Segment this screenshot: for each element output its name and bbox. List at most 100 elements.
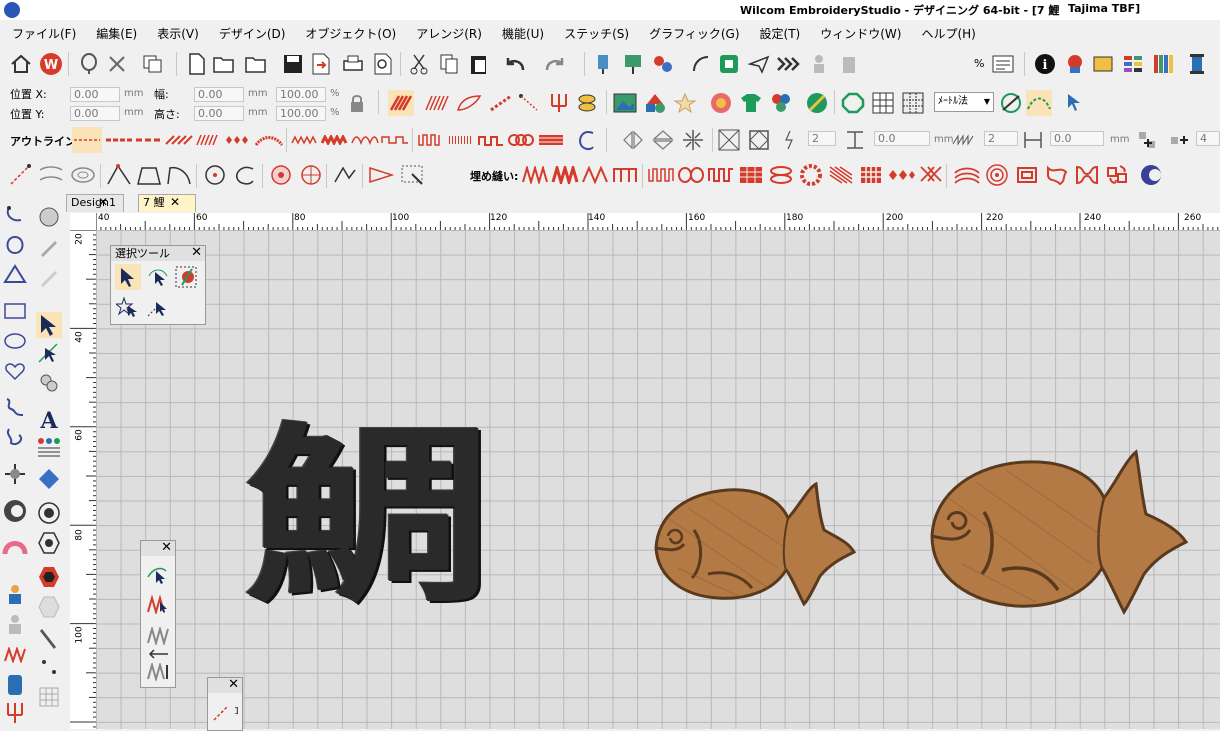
- fill-pattern-8-icon[interactable]: [736, 162, 766, 188]
- wreath-icon[interactable]: [746, 127, 772, 153]
- fill-pattern-14-icon[interactable]: [916, 162, 946, 188]
- lock-icon[interactable]: [344, 90, 370, 116]
- measure-select[interactable]: ﾒｰﾄﾙ法 ▼: [934, 92, 994, 112]
- star-icon[interactable]: [672, 90, 698, 116]
- blanket-line-icon[interactable]: [320, 127, 350, 153]
- dots-icon[interactable]: [36, 654, 62, 680]
- select-color-icon[interactable]: [173, 264, 199, 290]
- stitch-ball-icon[interactable]: [36, 204, 62, 230]
- path-node-icon[interactable]: [332, 162, 358, 188]
- circle-node-icon[interactable]: [202, 162, 228, 188]
- spacing-field-e[interactable]: 4: [1196, 131, 1220, 146]
- tab-design1[interactable]: Design1: [66, 194, 124, 212]
- open-recent-icon[interactable]: [244, 51, 270, 77]
- paste-icon[interactable]: [466, 51, 492, 77]
- fill-pattern-20-icon[interactable]: [1102, 162, 1132, 188]
- balloon-icon[interactable]: [76, 51, 102, 77]
- stem-stitch-icon[interactable]: [164, 127, 194, 153]
- triple-run-icon[interactable]: [104, 127, 134, 153]
- spacing-field-d[interactable]: 0.0: [1050, 131, 1104, 146]
- copy-windows-icon[interactable]: [140, 51, 166, 77]
- size-icon[interactable]: [842, 127, 868, 153]
- fill-pattern-10-icon[interactable]: [796, 162, 826, 188]
- color-palette-icon[interactable]: [1062, 51, 1088, 77]
- menu-arrange[interactable]: アレンジ(R): [416, 25, 482, 42]
- satin-line-icon[interactable]: [194, 127, 224, 153]
- close-tab-icon[interactable]: ✕: [170, 195, 180, 209]
- star-select-icon[interactable]: [115, 294, 141, 320]
- menu-stitch[interactable]: ステッチ(S): [564, 25, 629, 42]
- print-preview-icon[interactable]: [370, 51, 396, 77]
- grid-dotted-icon[interactable]: [900, 90, 926, 116]
- ellipse-icon[interactable]: [2, 328, 28, 354]
- monogram-icon[interactable]: [36, 466, 62, 492]
- spacing-field-c[interactable]: 2: [984, 131, 1018, 146]
- undo-icon[interactable]: [502, 51, 528, 77]
- copy-icon[interactable]: [436, 51, 462, 77]
- thread-spool-icon[interactable]: [1184, 51, 1210, 77]
- close-tab-icon[interactable]: ✕: [98, 195, 108, 209]
- polygon-select-icon[interactable]: [145, 264, 171, 290]
- fill-pattern-7-icon[interactable]: [706, 162, 736, 188]
- menu-object[interactable]: オブジェクト(O): [305, 25, 396, 42]
- fork-2-icon[interactable]: [2, 700, 28, 726]
- red-hexagon-icon[interactable]: [36, 564, 62, 590]
- lettering-icon[interactable]: A: [36, 406, 62, 432]
- print-icon[interactable]: [340, 51, 366, 77]
- pattern-line-4-icon[interactable]: [506, 127, 536, 153]
- add-node-2-icon[interactable]: [1166, 127, 1192, 153]
- green-square-icon[interactable]: [716, 51, 742, 77]
- select-arrow-icon[interactable]: [36, 312, 62, 338]
- menu-edit[interactable]: 編集(E): [96, 25, 137, 42]
- feather-icon[interactable]: [488, 90, 514, 116]
- pattern-line-2-icon[interactable]: [446, 127, 476, 153]
- select-object-icon[interactable]: [115, 264, 141, 290]
- grid-settings-icon[interactable]: [990, 51, 1016, 77]
- menu-graphic[interactable]: グラフィック(G): [649, 25, 739, 42]
- digitize-closed-icon[interactable]: [2, 232, 28, 258]
- pattern-line-5-icon[interactable]: [536, 127, 566, 153]
- grey-zigzag-2-icon[interactable]: [145, 659, 171, 685]
- template-icon[interactable]: [1090, 51, 1116, 77]
- square-wave-line-icon[interactable]: [380, 127, 410, 153]
- wave-line-icon[interactable]: [350, 127, 380, 153]
- embroidered-kanji[interactable]: 鯛: [244, 418, 504, 628]
- menu-view[interactable]: 表示(V): [157, 25, 199, 42]
- info-icon[interactable]: i: [1032, 51, 1058, 77]
- freehand-icon[interactable]: [2, 394, 28, 420]
- digitize-open-icon[interactable]: [2, 202, 28, 228]
- embroidered-fish-small[interactable]: [648, 478, 858, 608]
- knife-icon[interactable]: [36, 626, 62, 652]
- spacing-field-b[interactable]: 0.0: [874, 131, 930, 146]
- no-entry-icon[interactable]: [804, 90, 830, 116]
- width-icon[interactable]: [1020, 127, 1046, 153]
- tatami-icon[interactable]: [424, 90, 450, 116]
- run-stitch-icon[interactable]: [72, 127, 102, 153]
- width-field[interactable]: 0.00: [194, 87, 244, 102]
- embroidered-fish-large[interactable]: [926, 446, 1190, 618]
- new-file-icon[interactable]: [184, 51, 210, 77]
- hexagon-icon[interactable]: [36, 530, 62, 556]
- ripple-icon[interactable]: [516, 90, 542, 116]
- tshirt-icon[interactable]: [738, 90, 764, 116]
- menu-settings[interactable]: 設定(T): [760, 25, 801, 42]
- fill-node-1-icon[interactable]: [106, 162, 132, 188]
- cursor-machine-icon[interactable]: [1062, 90, 1088, 116]
- diamond-line-icon[interactable]: [224, 127, 254, 153]
- height-field[interactable]: 0.00: [194, 106, 244, 121]
- fish-icon[interactable]: [576, 90, 602, 116]
- menu-help[interactable]: ヘルプ(H): [921, 25, 975, 42]
- bobbin-icon[interactable]: [2, 672, 28, 698]
- home-icon[interactable]: [8, 51, 34, 77]
- fill-pattern-12-icon[interactable]: [856, 162, 886, 188]
- fill-pattern-6-icon[interactable]: [676, 162, 706, 188]
- fill-node-2-icon[interactable]: [136, 162, 162, 188]
- ring-outline-icon[interactable]: [70, 162, 96, 188]
- cut-icon[interactable]: [406, 51, 432, 77]
- fill-pattern-15-icon[interactable]: [952, 162, 982, 188]
- save-icon[interactable]: [280, 51, 306, 77]
- shapes-icon[interactable]: [642, 90, 668, 116]
- menu-function[interactable]: 機能(U): [502, 25, 544, 42]
- color-bars-icon[interactable]: [1150, 51, 1176, 77]
- fill-pattern-18-icon[interactable]: [1042, 162, 1072, 188]
